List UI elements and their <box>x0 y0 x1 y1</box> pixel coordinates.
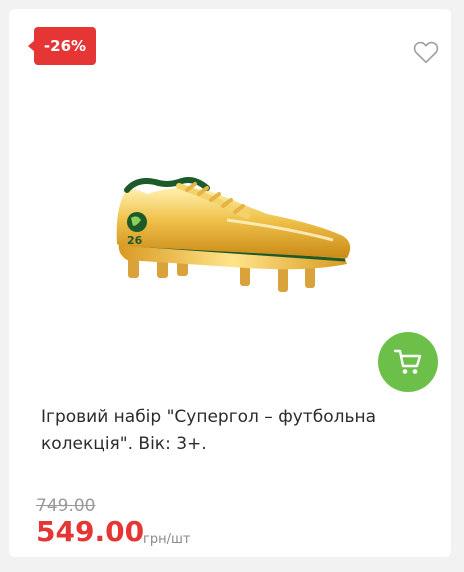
product-title[interactable]: Ігровий набір "Супергол – футбольна коле… <box>41 404 441 458</box>
old-price: 749.00 <box>36 496 96 516</box>
product-image[interactable]: 26 <box>107 172 359 302</box>
discount-label: -26% <box>43 37 87 55</box>
cart-icon <box>393 349 422 374</box>
heart-icon <box>413 41 439 64</box>
wishlist-button[interactable] <box>413 40 439 64</box>
product-card[interactable]: -26% 26 Ігровий набір "Супергол – футбол… <box>9 9 451 557</box>
add-to-cart-button[interactable] <box>378 332 438 392</box>
discount-badge: -26% <box>34 27 96 65</box>
current-price: 549.00 <box>36 515 145 548</box>
svg-text:26: 26 <box>127 234 143 247</box>
price-unit: грн/шт <box>143 532 191 547</box>
